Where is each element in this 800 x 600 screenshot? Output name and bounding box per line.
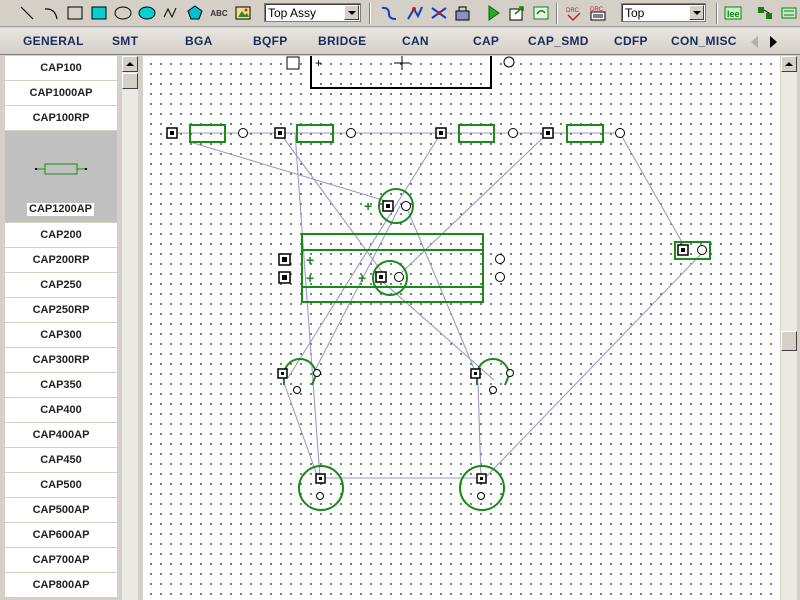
list-item[interactable]: CAP300 [5, 323, 117, 348]
scroll-up-icon[interactable] [122, 56, 138, 72]
drc-check-icon[interactable]: DRC [563, 3, 585, 23]
ellipse-tool-icon[interactable] [112, 3, 134, 23]
partial-component-top[interactable]: + [286, 56, 515, 89]
polygon-tool-icon[interactable] [184, 3, 206, 23]
list-item[interactable]: CAP400 [5, 398, 117, 423]
scroll-up-icon[interactable] [781, 56, 797, 72]
parts-list[interactable]: CAP100 CAP1000AP CAP100RP CAP1200AP CAP2… [5, 56, 117, 600]
tab-bridge[interactable]: BRIDGE [318, 34, 366, 48]
layer-select-value: Top Assy [268, 6, 317, 20]
polyline-tool-icon[interactable] [160, 3, 182, 23]
tab-cdfp[interactable]: CDFP [614, 34, 648, 48]
tab-cap[interactable]: CAP [473, 34, 499, 48]
list-item[interactable]: CAP100RP [5, 106, 117, 131]
filled-rectangle-tool-icon[interactable] [88, 3, 110, 23]
pcb-editor-window: ABC Top Assy DRC DRC Top lee GENERAL SMT… [0, 0, 800, 600]
side-select[interactable]: Top [621, 3, 706, 22]
pcb-canvas[interactable]: + + + + + [143, 56, 780, 600]
scroll-left-icon[interactable] [745, 32, 763, 51]
image-tool-icon[interactable] [232, 3, 254, 23]
list-item[interactable]: CAP500 [5, 473, 117, 498]
svg-text:lee: lee [727, 9, 740, 19]
chevron-down-icon[interactable] [689, 5, 704, 20]
netlist-icon[interactable] [778, 3, 800, 23]
svg-text:+: + [364, 198, 372, 214]
chevron-down-icon[interactable] [344, 5, 359, 20]
tab-bga[interactable]: BGA [185, 34, 213, 48]
list-item[interactable]: CAP250RP [5, 298, 117, 323]
export-icon[interactable] [506, 3, 528, 23]
pcb-drawing[interactable]: + + + + + [143, 56, 780, 600]
parts-list-panel: CAP100 CAP1000AP CAP100RP CAP1200AP CAP2… [0, 56, 141, 600]
filled-ellipse-tool-icon[interactable] [136, 3, 158, 23]
component-library-icon[interactable] [754, 3, 776, 23]
toolbar-separator [556, 3, 558, 24]
list-item-selected[interactable]: CAP1200AP [5, 131, 117, 223]
reroute-icon[interactable] [404, 3, 426, 23]
toolbar-separator [716, 3, 718, 24]
tab-general[interactable]: GENERAL [23, 34, 84, 48]
rectangle-tool-icon[interactable] [64, 3, 86, 23]
svg-text:+: + [358, 270, 366, 286]
component-cap-block[interactable]: + + + [278, 233, 505, 303]
list-item[interactable]: CAP450 [5, 448, 117, 473]
svg-text:+: + [306, 270, 314, 286]
scrollbar-thumb[interactable] [122, 73, 138, 89]
run-icon[interactable] [482, 3, 504, 23]
refresh-icon[interactable] [530, 3, 552, 23]
list-item[interactable]: CAP100 [5, 56, 117, 81]
svg-text:DRC: DRC [590, 7, 604, 13]
autoroute-icon[interactable] [452, 3, 474, 23]
svg-text:+: + [315, 56, 322, 70]
tab-cap-smd[interactable]: CAP_SMD [528, 34, 589, 48]
list-item[interactable]: CAP200 [5, 223, 117, 248]
component-arc-right[interactable] [470, 358, 514, 394]
component-right-small[interactable] [674, 241, 711, 260]
list-item[interactable]: CAP1000AP [5, 81, 117, 106]
list-item[interactable]: CAP500AP [5, 498, 117, 523]
cut-trace-icon[interactable] [428, 3, 450, 23]
drc-report-icon[interactable]: DRC [587, 3, 609, 23]
tab-can[interactable]: CAN [402, 34, 429, 48]
tab-bqfp[interactable]: BQFP [253, 34, 288, 48]
main-toolbar: ABC Top Assy DRC DRC Top lee [0, 0, 800, 27]
ratsnest-lines [172, 132, 704, 480]
selected-part-label: CAP1200AP [27, 203, 94, 216]
svg-text:+: + [306, 252, 314, 268]
list-item[interactable]: CAP800AP [5, 573, 117, 598]
component-radial-bottom-left[interactable] [298, 465, 344, 511]
component-arc-left[interactable] [277, 358, 321, 394]
list-item[interactable]: CAP200RP [5, 248, 117, 273]
side-select-value: Top [625, 6, 645, 20]
scroll-right-icon[interactable] [764, 32, 782, 51]
parts-list-scrollbar[interactable] [122, 56, 138, 600]
toolbar-separator [369, 3, 371, 24]
svg-text:DRC: DRC [566, 8, 580, 14]
component-radial-bottom-right[interactable] [459, 465, 505, 511]
list-item[interactable]: CAP250 [5, 273, 117, 298]
category-tab-bar: GENERAL SMT BGA BQFP BRIDGE CAN CAP CAP_… [0, 28, 800, 55]
text-tool-icon[interactable]: ABC [208, 3, 230, 23]
layer-visibility-icon[interactable]: lee [722, 3, 744, 23]
line-tool-icon[interactable] [16, 3, 38, 23]
layer-select[interactable]: Top Assy [264, 3, 361, 22]
list-item[interactable]: CAP600AP [5, 523, 117, 548]
tab-smt[interactable]: SMT [112, 34, 138, 48]
arc-tool-icon[interactable] [40, 3, 62, 23]
list-item[interactable]: CAP300RP [5, 348, 117, 373]
route-trace-icon[interactable] [378, 3, 400, 23]
part-preview-icon [35, 163, 87, 175]
tab-con-misc[interactable]: CON_MISC [671, 34, 737, 48]
list-item[interactable]: CAP350 [5, 373, 117, 398]
list-item[interactable]: CAP400AP [5, 423, 117, 448]
canvas-scrollbar[interactable] [781, 56, 797, 600]
list-item[interactable]: CAP700AP [5, 548, 117, 573]
scrollbar-thumb[interactable] [781, 331, 797, 351]
